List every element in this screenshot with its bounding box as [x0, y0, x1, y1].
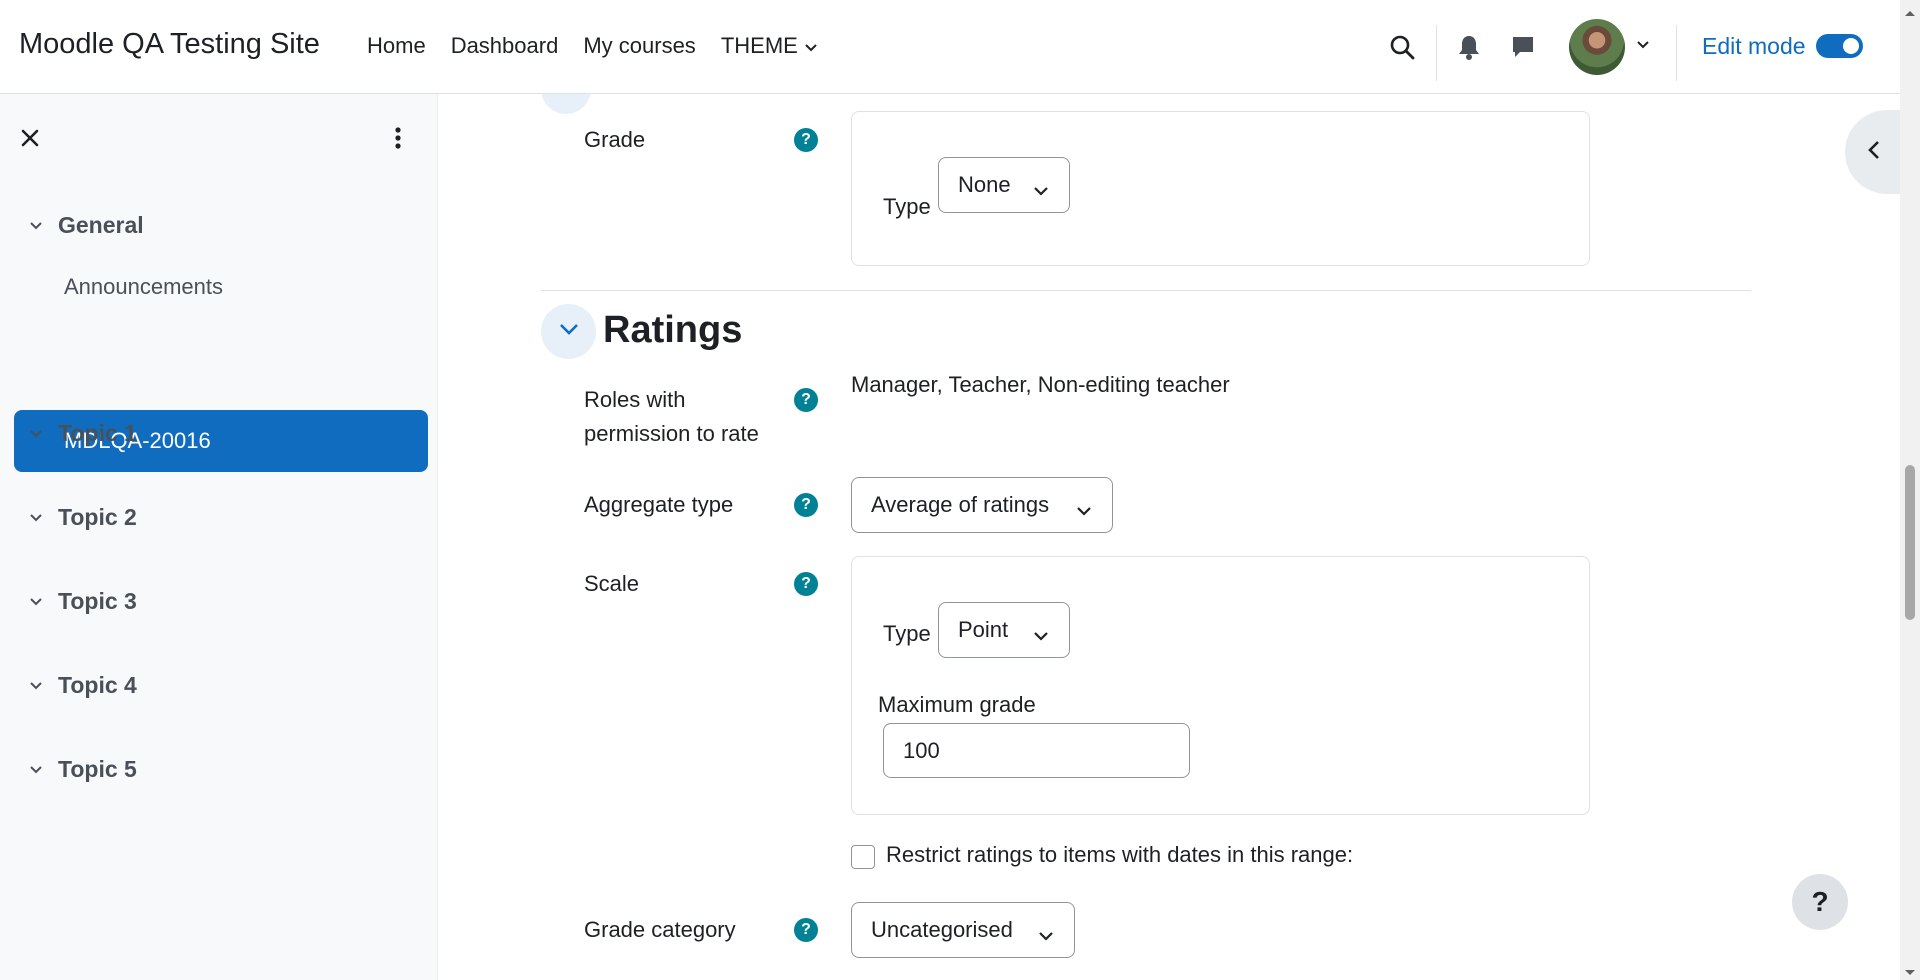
help-icon[interactable]: ?: [794, 918, 818, 942]
section-topic-5[interactable]: Topic 5: [26, 756, 137, 783]
chevron-down-icon: [558, 322, 580, 341]
kebab-menu-icon[interactable]: [384, 124, 412, 152]
bell-icon[interactable]: [1455, 33, 1483, 61]
nav-dashboard[interactable]: Dashboard: [451, 33, 559, 59]
roles-label-line2: permission to rate: [584, 421, 759, 446]
grade-label: Grade: [584, 127, 646, 152]
grade-fieldset: Type None: [851, 111, 1590, 266]
messages-icon[interactable]: [1509, 33, 1537, 61]
section-topic-3[interactable]: Topic 3: [26, 588, 137, 615]
scale-type-select[interactable]: Point: [938, 602, 1070, 658]
help-icon[interactable]: ?: [794, 388, 818, 412]
section-label: Topic 4: [58, 672, 137, 698]
user-avatar[interactable]: [1569, 19, 1625, 75]
edit-mode-label: Edit mode: [1702, 33, 1806, 59]
section-topic-1[interactable]: Topic 1: [26, 420, 137, 447]
section-label: General: [58, 212, 144, 238]
chevron-down-icon: [1033, 622, 1049, 648]
course-index-drawer: General Announcements MDLQA-20016 Topic …: [0, 94, 438, 980]
ratings-heading: Ratings: [603, 309, 743, 351]
chevron-down-icon: [1076, 497, 1092, 523]
nav-theme-label: THEME: [720, 33, 798, 58]
chevron-down-icon: [1033, 177, 1049, 203]
edit-mode-toggle[interactable]: [1816, 34, 1863, 58]
chevron-down-icon[interactable]: [26, 429, 46, 439]
help-icon[interactable]: ?: [794, 572, 818, 596]
close-icon[interactable]: [16, 124, 44, 152]
grade-type-select[interactable]: None: [938, 157, 1070, 213]
chevron-down-icon: [804, 33, 818, 59]
grade-category-select[interactable]: Uncategorised: [851, 902, 1075, 958]
section-topic-4[interactable]: Topic 4: [26, 672, 137, 699]
navbar-divider: [1436, 25, 1437, 81]
scale-type-label: Type: [883, 621, 931, 646]
section-topic-2[interactable]: Topic 2: [26, 504, 137, 531]
grade-type-label: Type: [883, 194, 931, 219]
chevron-down-icon[interactable]: [26, 765, 46, 775]
nav-home[interactable]: Home: [367, 33, 426, 59]
roles-label-line1: Roles with: [584, 387, 686, 412]
help-icon[interactable]: ?: [794, 128, 818, 152]
scale-fieldset: Type Point Maximum grade 100: [851, 556, 1590, 815]
section-general[interactable]: General: [26, 212, 144, 239]
collapse-button-partial[interactable]: [541, 94, 591, 114]
nav-my-courses[interactable]: My courses: [583, 33, 695, 59]
ratings-collapse-button[interactable]: [541, 304, 596, 359]
site-name[interactable]: Moodle QA Testing Site: [19, 28, 320, 61]
section-label: Topic 2: [58, 504, 137, 530]
section-label: Topic 1: [58, 420, 137, 446]
user-menu-chevron-down-icon[interactable]: [1634, 36, 1652, 54]
chevron-down-icon[interactable]: [26, 597, 46, 607]
help-floating-button[interactable]: ?: [1792, 874, 1848, 930]
chevron-down-icon[interactable]: [26, 681, 46, 691]
chevron-left-icon: [1867, 139, 1881, 166]
select-value: Average of ratings: [871, 492, 1050, 517]
chevron-down-icon[interactable]: [26, 513, 46, 523]
section-label: Topic 5: [58, 756, 137, 782]
select-value: Uncategorised: [871, 917, 1013, 942]
help-icon[interactable]: ?: [794, 493, 818, 517]
restrict-ratings-checkbox[interactable]: [851, 845, 875, 869]
primary-navigation: Home Dashboard My courses THEME: [367, 33, 843, 59]
main-content: Grade ? Type None Ratings Roles with per…: [438, 94, 1900, 980]
nav-theme-dropdown[interactable]: THEME: [721, 33, 818, 59]
roles-value: Manager, Teacher, Non-editing teacher: [851, 372, 1230, 397]
scale-label: Scale: [584, 571, 640, 596]
section-divider: [541, 290, 1751, 291]
restrict-ratings-label[interactable]: Restrict ratings to items with dates in …: [886, 842, 1353, 868]
chevron-down-icon: [1038, 922, 1054, 948]
chevron-down-icon[interactable]: [26, 221, 46, 231]
max-grade-label: Maximum grade: [878, 692, 1036, 717]
grade-category-label: Grade category: [584, 917, 736, 942]
search-icon[interactable]: [1388, 33, 1416, 61]
select-value: None: [958, 172, 1011, 197]
select-value: Point: [958, 617, 1009, 642]
aggregate-type-select[interactable]: Average of ratings: [851, 477, 1113, 533]
scroll-down-arrow-icon[interactable]: [1904, 964, 1916, 975]
drawer-item-announcements[interactable]: Announcements: [64, 274, 223, 300]
top-navbar: Moodle QA Testing Site Home Dashboard My…: [0, 0, 1900, 94]
scroll-up-arrow-icon[interactable]: [1904, 4, 1916, 16]
navbar-divider: [1676, 25, 1677, 81]
aggregate-type-label: Aggregate type: [584, 492, 734, 517]
max-grade-input[interactable]: 100: [883, 723, 1190, 778]
section-label: Topic 3: [58, 588, 137, 614]
scrollbar-thumb[interactable]: [1905, 465, 1915, 620]
